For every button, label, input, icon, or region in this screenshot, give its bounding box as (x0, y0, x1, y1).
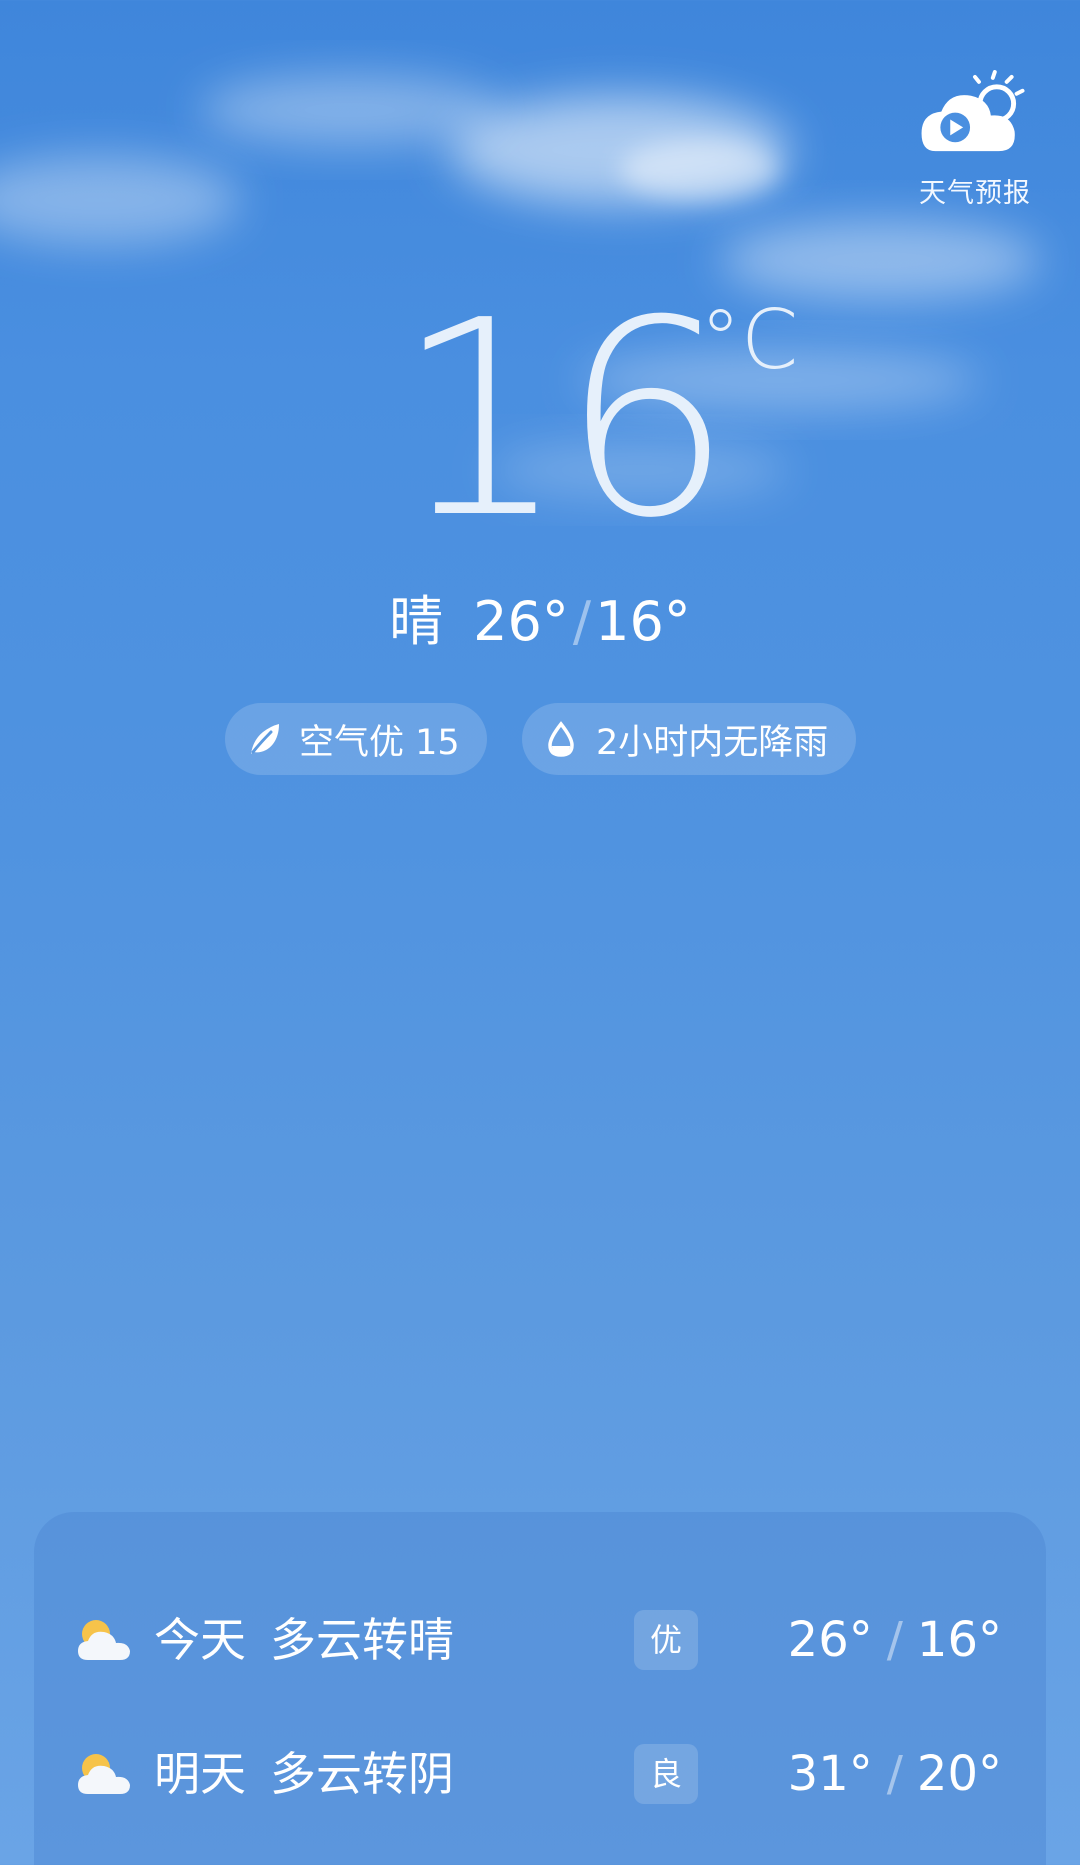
forecast-day: 明天 (154, 1747, 246, 1801)
precipitation-pill[interactable]: 2小时内无降雨 (522, 703, 856, 775)
forecast-high: 31° (787, 1746, 873, 1802)
forecast-temps: 26°/16° (788, 1608, 1002, 1672)
forecast-low: 16° (916, 1612, 1002, 1668)
leaf-icon (251, 724, 279, 754)
forecast-day: 今天 (154, 1613, 246, 1667)
temp-separator: / (572, 590, 592, 653)
temperature-unit: °C (700, 293, 799, 388)
weather-video-icon (921, 70, 1025, 152)
air-quality-pill[interactable]: 空气优 15 (225, 703, 487, 775)
temperature-value: 16 (395, 262, 733, 577)
precipitation-text: 2小时内无降雨 (596, 722, 829, 763)
daily-forecast-card: 今天 多云转晴 优 26°/16° 明天 多云转阴 良 31°/20° (34, 1512, 1046, 1865)
aqi-badge: 优 (634, 1610, 698, 1670)
condition-summary: 晴 26°/16° (0, 590, 1080, 654)
partly-cloudy-icon (78, 1754, 130, 1794)
current-temperature: 16 °C (0, 262, 1080, 577)
temp-separator: / (886, 1612, 903, 1668)
forecast-row-tomorrow[interactable]: 明天 多云转阴 良 31°/20° (34, 1734, 1046, 1814)
video-forecast-label: 天气预报 (919, 178, 1031, 209)
forecast-high: 26° (787, 1612, 873, 1668)
aqi-badge: 良 (634, 1744, 698, 1804)
low-temp: 16° (595, 590, 691, 653)
temp-separator: / (886, 1746, 903, 1802)
condition-text: 晴 (389, 590, 444, 653)
air-quality-text: 空气优 15 (299, 722, 460, 763)
forecast-description: 多云转阴 (270, 1747, 454, 1801)
high-temp: 26° (473, 590, 569, 653)
video-forecast-button[interactable]: 天气预报 (910, 70, 1040, 210)
forecast-temps: 31°/20° (788, 1742, 1002, 1806)
raindrop-icon (548, 721, 574, 757)
forecast-description: 多云转晴 (270, 1613, 454, 1667)
partly-cloudy-icon (78, 1620, 130, 1660)
forecast-low: 20° (916, 1746, 1002, 1802)
forecast-row-today[interactable]: 今天 多云转晴 优 26°/16° (34, 1600, 1046, 1680)
